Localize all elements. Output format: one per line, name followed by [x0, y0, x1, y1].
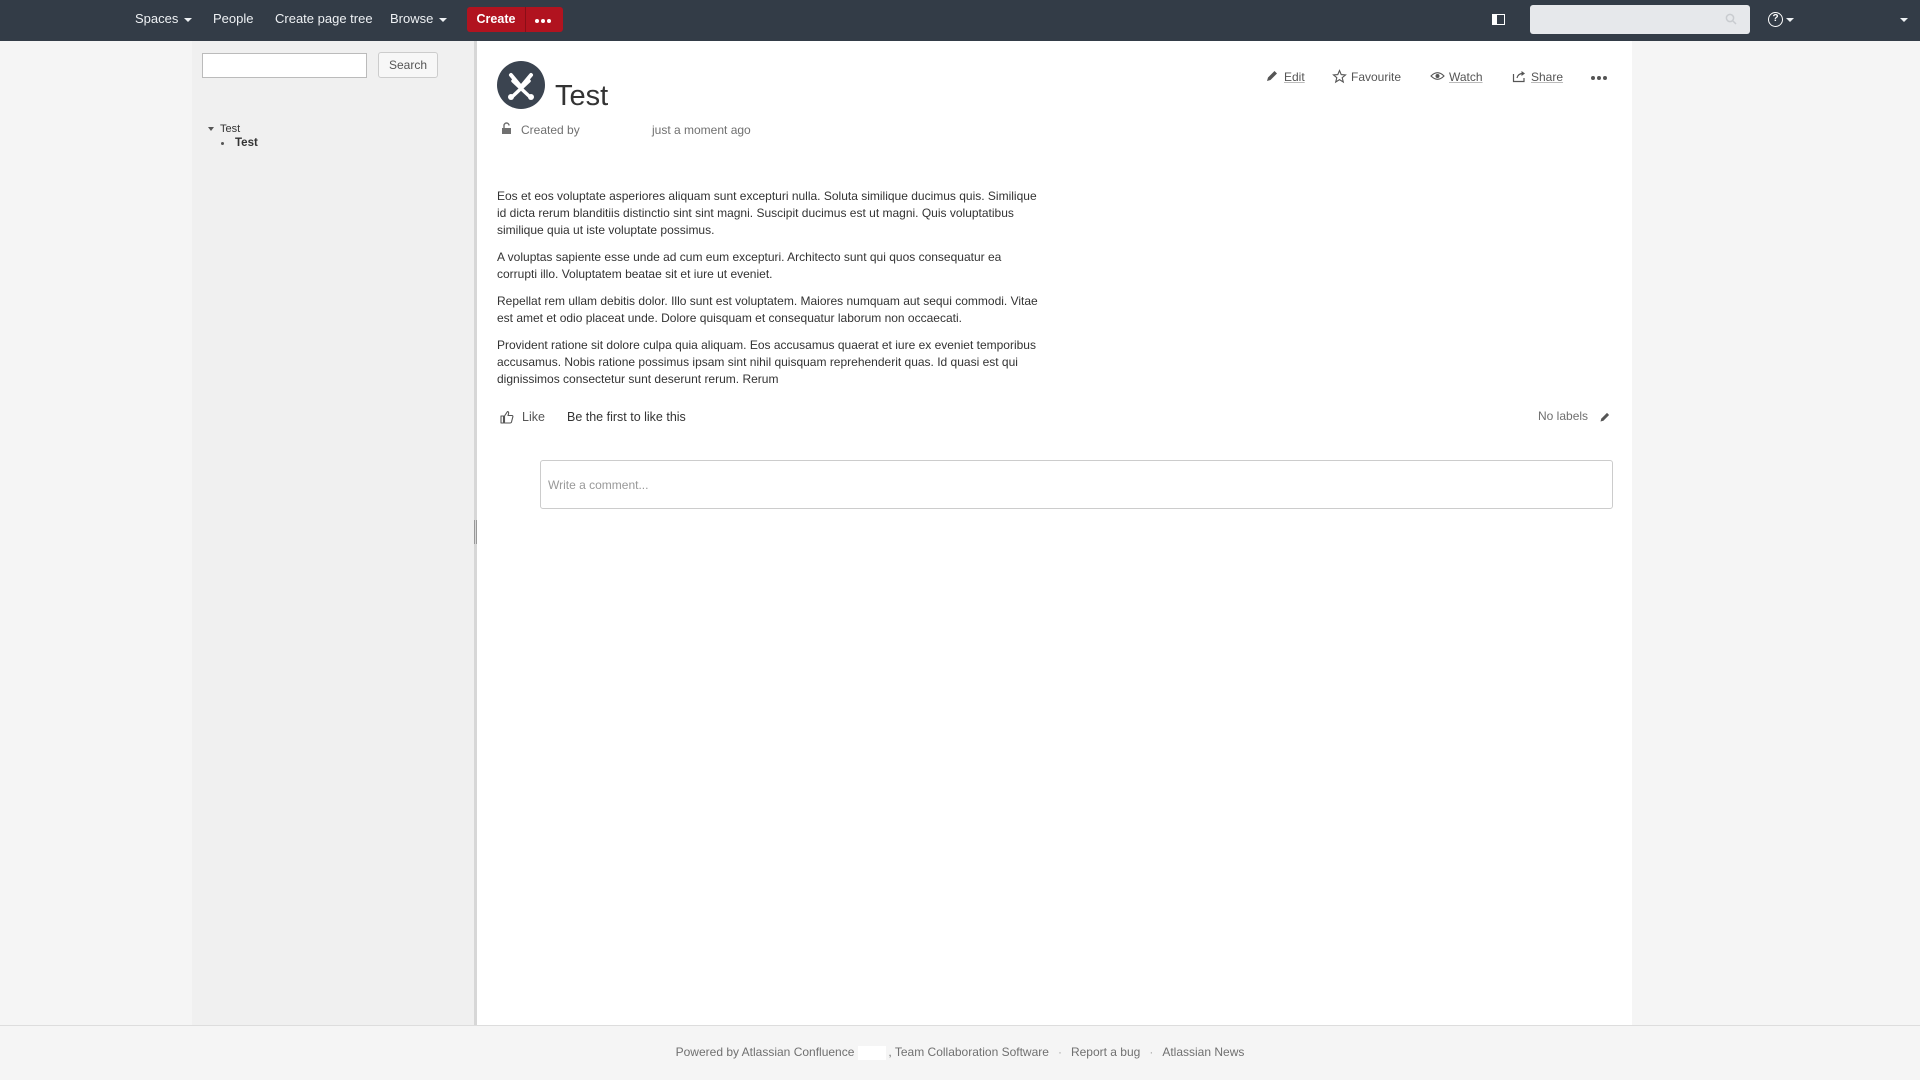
thumbs-up-icon[interactable]	[499, 409, 515, 425]
star-icon	[1332, 69, 1347, 84]
version-mask	[858, 1045, 887, 1060]
more-dot	[541, 19, 545, 23]
more-dot	[547, 19, 551, 23]
global-search-input[interactable]	[1530, 5, 1750, 34]
main-content: Test Created by just a moment ago Edit F…	[477, 41, 1632, 1025]
help-icon: ?	[1768, 12, 1783, 27]
help-menu[interactable]: ?	[1768, 11, 1802, 29]
page-body: Eos et eos voluptate asperiores aliquam …	[497, 188, 1042, 398]
page-tree-search-input[interactable]	[202, 53, 367, 78]
create-button[interactable]: Create	[467, 7, 525, 32]
more-dot	[1597, 76, 1601, 80]
more-dot	[535, 19, 539, 23]
page-tree-search-button[interactable]: Search	[378, 52, 438, 78]
footer-separator: ·	[1057, 1045, 1062, 1059]
create-page-tree-link[interactable]: Create page tree	[275, 0, 373, 41]
top-navigation-bar: Spaces People Create page tree Browse Cr…	[0, 0, 1920, 41]
team-software-text: , Team Collaboration Software	[888, 1045, 1049, 1059]
bullet-icon	[221, 142, 224, 145]
chevron-down-icon	[439, 17, 448, 22]
spaces-menu-label: Spaces	[135, 11, 179, 26]
footer-links: Powered by Atlassian Confluence , Team Co…	[0, 1045, 1920, 1060]
browse-menu-label: Browse	[390, 11, 434, 26]
chevron-down-icon	[1786, 18, 1794, 22]
body-paragraph: A voluptas sapiente esse unde ad cum eum…	[497, 250, 1002, 281]
tree-item-current[interactable]: Test	[235, 137, 258, 149]
edit-label: Edit	[1284, 70, 1305, 84]
powered-by-text: Powered by Atlassian Confluence	[675, 1045, 855, 1059]
comment-input[interactable]	[540, 460, 1613, 509]
footer-separator: ·	[1149, 1045, 1154, 1059]
byline-created-by: Created by	[521, 123, 580, 137]
chevron-down-icon	[184, 17, 193, 22]
people-link[interactable]: People	[213, 0, 253, 41]
user-menu-chevron-icon[interactable]	[1900, 18, 1908, 22]
share-label: Share	[1531, 70, 1564, 84]
footer: Powered by Atlassian Confluence , Team Co…	[0, 1025, 1920, 1080]
tree-item-parent[interactable]: Test	[220, 123, 240, 135]
unlocked-icon[interactable]	[501, 122, 513, 135]
eye-icon	[1430, 72, 1445, 80]
sidebar-toggle-icon[interactable]	[1492, 14, 1505, 25]
pencil-icon	[1267, 71, 1277, 81]
spaces-menu[interactable]: Spaces	[135, 0, 193, 41]
space-avatar-icon	[508, 73, 534, 100]
labels-status: No labels	[1538, 409, 1589, 423]
browse-menu[interactable]: Browse	[390, 0, 448, 41]
tree-collapse-icon[interactable]	[208, 127, 214, 131]
edit-labels-pencil-icon[interactable]	[1599, 411, 1611, 423]
favourite-label: Favourite	[1351, 70, 1402, 84]
page-title: Test	[555, 80, 609, 112]
share-icon	[1512, 71, 1525, 83]
body-paragraph: Provident ratione sit dolore culpa quia …	[497, 338, 1036, 386]
space-logo[interactable]	[497, 61, 545, 109]
page-tree-sidebar	[192, 41, 474, 1025]
watch-label: Watch	[1449, 70, 1483, 84]
more-dot	[1591, 76, 1595, 80]
atlassian-news-link[interactable]: Atlassian News	[1162, 1045, 1244, 1059]
report-bug-link[interactable]: Report a bug	[1071, 1045, 1140, 1059]
body-paragraph: Eos et eos voluptate asperiores aliquam …	[497, 189, 1037, 237]
create-more-button[interactable]	[525, 7, 564, 32]
search-icon[interactable]	[1725, 13, 1737, 25]
more-actions-icon[interactable]	[1589, 71, 1609, 85]
create-button-group: Create	[467, 7, 563, 32]
more-dot	[1603, 76, 1607, 80]
like-summary: Be the first to like this	[567, 410, 686, 424]
body-paragraph: Repellat rem ullam debitis dolor. Illo s…	[497, 294, 1038, 325]
like-button[interactable]: Like	[522, 410, 545, 424]
byline-timestamp[interactable]: just a moment ago	[652, 123, 751, 137]
